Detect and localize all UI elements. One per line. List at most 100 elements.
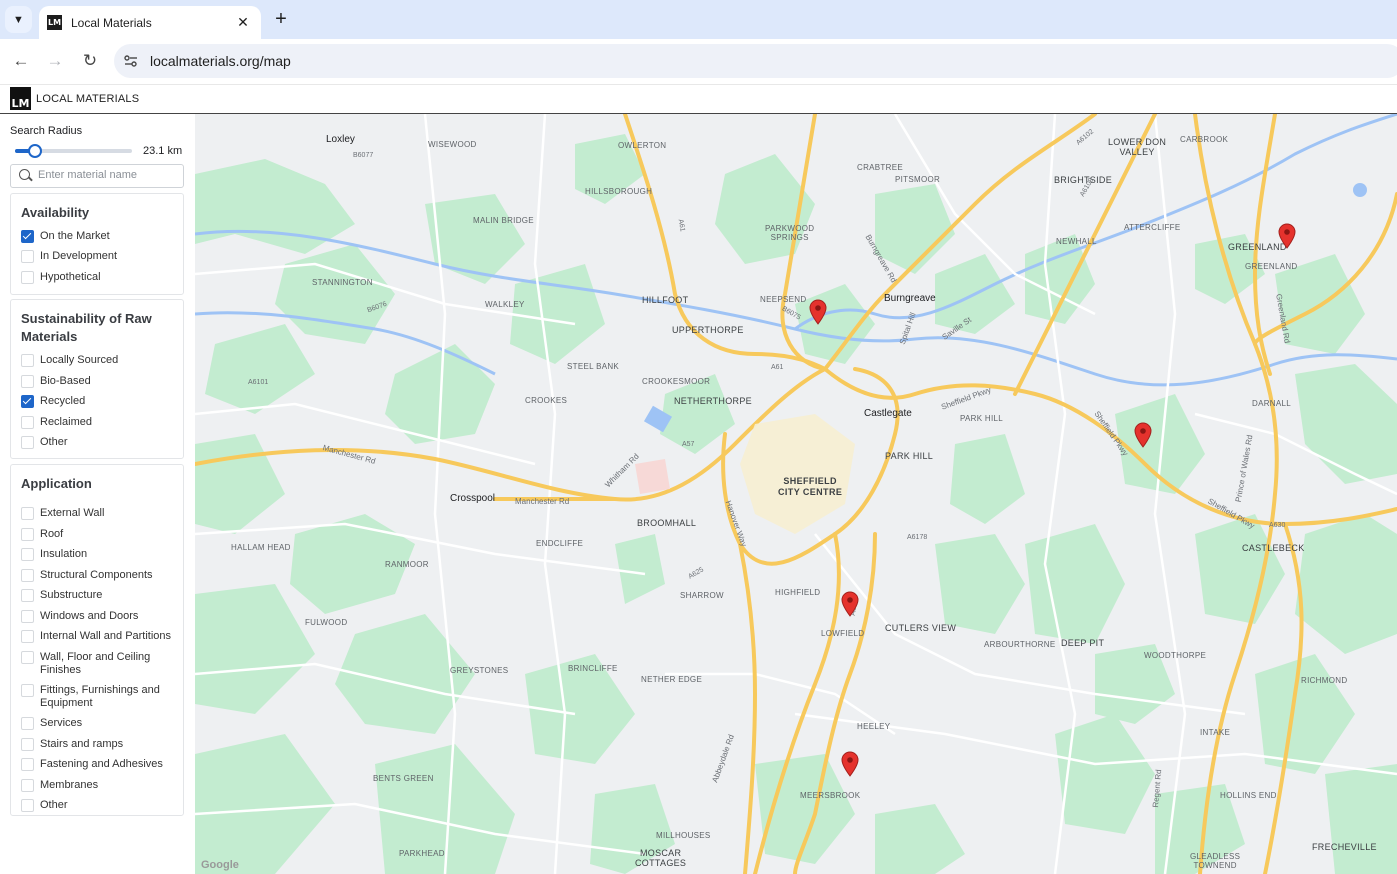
- checkbox[interactable]: [21, 528, 34, 541]
- place-crosspool: Crosspool: [450, 493, 496, 504]
- road-manchester-rd-2: Manchester Rd: [515, 497, 570, 506]
- place-meersbrook: MEERSBROOK: [800, 791, 861, 800]
- tab-close-icon[interactable]: ✕: [235, 14, 251, 31]
- hospital-area: [635, 459, 670, 494]
- place-hillfoot: HILLFOOT: [642, 295, 689, 305]
- url-text: localmaterials.org/map: [150, 53, 291, 69]
- place-wisewood: WISEWOOD: [428, 140, 477, 149]
- filter-option-label: Fastening and Adhesives: [40, 758, 163, 770]
- place-crookesmoor: CROOKESMOOR: [642, 377, 711, 386]
- search-radius-slider[interactable]: [15, 144, 132, 158]
- filter-option-label: Membranes: [40, 779, 99, 791]
- place-cutlers-view: CUTLERS VIEW: [885, 623, 957, 633]
- filter-option-label: Roof: [40, 528, 64, 540]
- checkbox[interactable]: [21, 569, 34, 582]
- new-tab-plus-icon[interactable]: +: [270, 8, 292, 30]
- map-view[interactable]: Loxley WISEWOOD OWLERTON LOWER DON VALLE…: [195, 114, 1397, 874]
- checkbox[interactable]: [21, 548, 34, 561]
- place-brincliffe: BRINCLIFFE: [568, 664, 618, 673]
- checkbox[interactable]: [21, 799, 34, 812]
- place-upperthorpe: UPPERTHORPE: [672, 325, 744, 335]
- google-attribution: Google: [201, 859, 239, 871]
- place-deep-pit: DEEP PIT: [1061, 638, 1105, 648]
- browser-tab[interactable]: LM Local Materials ✕: [39, 6, 261, 39]
- place-moscar-cottages: MOSCAR COTTAGES: [635, 848, 687, 868]
- checkbox[interactable]: [21, 436, 34, 449]
- place-castlebeck: CASTLEBECK: [1242, 543, 1305, 553]
- forward-arrow-icon[interactable]: →: [44, 50, 66, 72]
- filter-option-label: Insulation: [40, 548, 88, 560]
- place-steel-bank: STEEL BANK: [567, 362, 620, 371]
- site-settings-icon[interactable]: [123, 53, 139, 69]
- checkbox[interactable]: [21, 230, 34, 243]
- place-heeley: HEELEY: [857, 722, 891, 731]
- browser-toolbar: ← → ↻ localmaterials.org/map: [0, 39, 1397, 85]
- place-woodthorpe: WOODTHORPE: [1144, 651, 1207, 660]
- back-arrow-icon[interactable]: ←: [10, 50, 32, 72]
- map-marker-meersbrook[interactable]: [841, 751, 859, 777]
- place-richmond: RICHMOND: [1301, 676, 1348, 685]
- checkbox[interactable]: [21, 250, 34, 263]
- checkbox[interactable]: [21, 651, 34, 664]
- address-bar[interactable]: localmaterials.org/map: [114, 44, 1397, 78]
- tab-title: Local Materials: [71, 15, 152, 30]
- checkbox[interactable]: [21, 395, 34, 408]
- map-marker-darnall[interactable]: [1134, 422, 1152, 448]
- reload-icon[interactable]: ↻: [79, 50, 101, 72]
- checkbox[interactable]: [21, 375, 34, 388]
- road-a61-centre: A61: [771, 364, 784, 371]
- checkbox[interactable]: [21, 354, 34, 367]
- place-parkhead: PARKHEAD: [399, 849, 445, 858]
- tab-search-chevron-icon[interactable]: ▼: [5, 6, 32, 33]
- place-ranmoor: RANMOOR: [385, 560, 429, 569]
- sustainability-panel: Sustainability of Raw Materials Locally …: [10, 299, 184, 459]
- checkbox[interactable]: [21, 507, 34, 520]
- sustainability-title: Sustainability of Raw Materials: [21, 311, 152, 344]
- place-hillsborough: HILLSBOROUGH: [585, 187, 653, 196]
- place-frecheville: FRECHEVILLE: [1312, 842, 1377, 852]
- place-malin-bridge: MALIN BRIDGE: [473, 216, 534, 225]
- road-a6101: A6101: [248, 379, 269, 386]
- place-gleadless-townend: GLEADLESS TOWNEND: [1190, 852, 1241, 870]
- checkbox[interactable]: [21, 271, 34, 284]
- place-parkwood-springs: PARKWOOD SPRINGS: [765, 224, 815, 242]
- filter-option-label: Other: [40, 799, 68, 811]
- place-crabtree: CRABTREE: [857, 163, 903, 172]
- place-arbourthorne: ARBOURTHORNE: [984, 640, 1056, 649]
- checkbox[interactable]: [21, 610, 34, 623]
- checkbox[interactable]: [21, 416, 34, 429]
- road-a6178: A6178: [907, 534, 928, 541]
- material-search-input[interactable]: [38, 167, 178, 183]
- place-attercliffe: ATTERCLIFFE: [1124, 223, 1181, 232]
- filter-option-label: Services: [40, 717, 83, 729]
- logo-icon[interactable]: LM: [10, 87, 31, 110]
- road-a57: A57: [682, 441, 695, 448]
- checkbox[interactable]: [21, 717, 34, 730]
- place-owlerton: OWLERTON: [618, 141, 667, 150]
- filter-option-label: Hypothetical: [40, 271, 101, 283]
- checkbox[interactable]: [21, 684, 34, 697]
- place-sheffield-city-centre: SHEFFIELD CITY CENTRE: [778, 476, 843, 497]
- place-stannington: STANNINGTON: [312, 278, 373, 287]
- browser-tab-strip: ▼ LM Local Materials ✕ +: [0, 0, 1397, 39]
- slider-handle[interactable]: [27, 144, 42, 158]
- map-marker-greenland[interactable]: [1278, 223, 1296, 249]
- filter-option-label: Locally Sourced: [40, 354, 119, 366]
- map-marker-neepsend[interactable]: [809, 299, 827, 325]
- checkbox[interactable]: [21, 758, 34, 771]
- place-endcliffe: ENDCLIFFE: [536, 539, 584, 548]
- app-name[interactable]: LOCAL MATERIALS: [36, 93, 139, 105]
- filter-option-label: Wall, Floor and Ceiling Finishes: [40, 651, 151, 676]
- checkbox[interactable]: [21, 738, 34, 751]
- checkbox[interactable]: [21, 779, 34, 792]
- filter-sidebar: Search Radius 23.1 km Availability On th…: [0, 114, 194, 874]
- place-carbrook: CARBROOK: [1180, 135, 1229, 144]
- checkbox[interactable]: [21, 630, 34, 643]
- map-marker-lowfield[interactable]: [841, 591, 859, 617]
- checkbox[interactable]: [21, 589, 34, 602]
- search-radius-label: Search Radius: [10, 125, 83, 137]
- material-search-box[interactable]: [10, 164, 184, 188]
- search-radius-value: 23.1 km: [143, 145, 183, 157]
- place-intake: INTAKE: [1200, 728, 1231, 737]
- place-broomhall: BROOMHALL: [637, 518, 697, 528]
